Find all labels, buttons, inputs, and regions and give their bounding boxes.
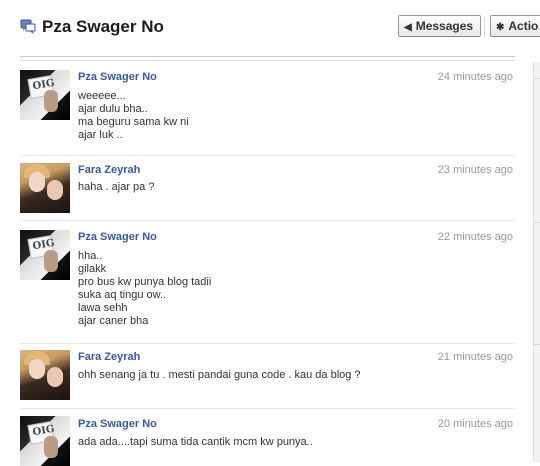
message-timestamp: 22 minutes ago [437, 231, 513, 243]
avatar[interactable] [20, 350, 70, 400]
actions-button[interactable]: ✱ Actio [490, 15, 540, 37]
message-author[interactable]: Fara Zeyrah [78, 164, 140, 176]
message-author[interactable]: Pza Swager No [78, 418, 157, 430]
message-body: ohh senang ja tu . mesti pandai guna cod… [78, 369, 361, 381]
toolbar-divider [484, 17, 485, 37]
message-timestamp: 20 minutes ago [437, 418, 513, 430]
chevron-left-icon: ◀ [404, 22, 412, 33]
message-item: OIG Pza Swager No 22 minutes ago hha.. g… [20, 221, 515, 344]
divider [20, 56, 515, 57]
avatar[interactable]: OIG [20, 70, 70, 120]
message-body: haha . ajar pa ? [78, 181, 155, 193]
message-author[interactable]: Pza Swager No [78, 71, 157, 83]
avatar[interactable]: OIG [20, 230, 70, 280]
message-bubbles-icon [20, 19, 36, 35]
gear-icon: ✱ [496, 22, 505, 33]
message-author[interactable]: Pza Swager No [78, 231, 157, 243]
message-author[interactable]: Fara Zeyrah [78, 351, 140, 363]
message-timestamp: 21 minutes ago [437, 351, 513, 363]
page-title: Pza Swager No [42, 17, 164, 36]
messages-button-label: Messages [415, 19, 474, 33]
message-item: OIG Pza Swager No 24 minutes ago weeeee.… [20, 64, 515, 156]
message-item: Fara Zeyrah 23 minutes ago haha . ajar p… [20, 156, 515, 221]
message-timestamp: 24 minutes ago [437, 71, 513, 83]
message-item: Fara Zeyrah 21 minutes ago ohh senang ja… [20, 344, 515, 409]
message-body: ada ada....tapi suma tida cantik mcm kw … [78, 436, 313, 448]
avatar[interactable]: OIG [20, 416, 70, 466]
avatar[interactable] [20, 163, 70, 213]
divider [20, 60, 515, 61]
actions-button-label: Actio [508, 19, 539, 33]
message-item: OIG Pza Swager No 20 minutes ago ada ada… [20, 409, 515, 466]
message-body: hha.. gilakk pro bus kw punya blog tadii… [78, 250, 212, 327]
page-header: Pza Swager No ◀ Messages ✱ Actio [0, 0, 540, 52]
message-body: weeeee... ajar dulu bha.. ma beguru sama… [78, 90, 189, 141]
scroll-region[interactable] [533, 62, 540, 462]
back-to-messages-button[interactable]: ◀ Messages [398, 15, 482, 37]
message-timestamp: 23 minutes ago [437, 164, 513, 176]
